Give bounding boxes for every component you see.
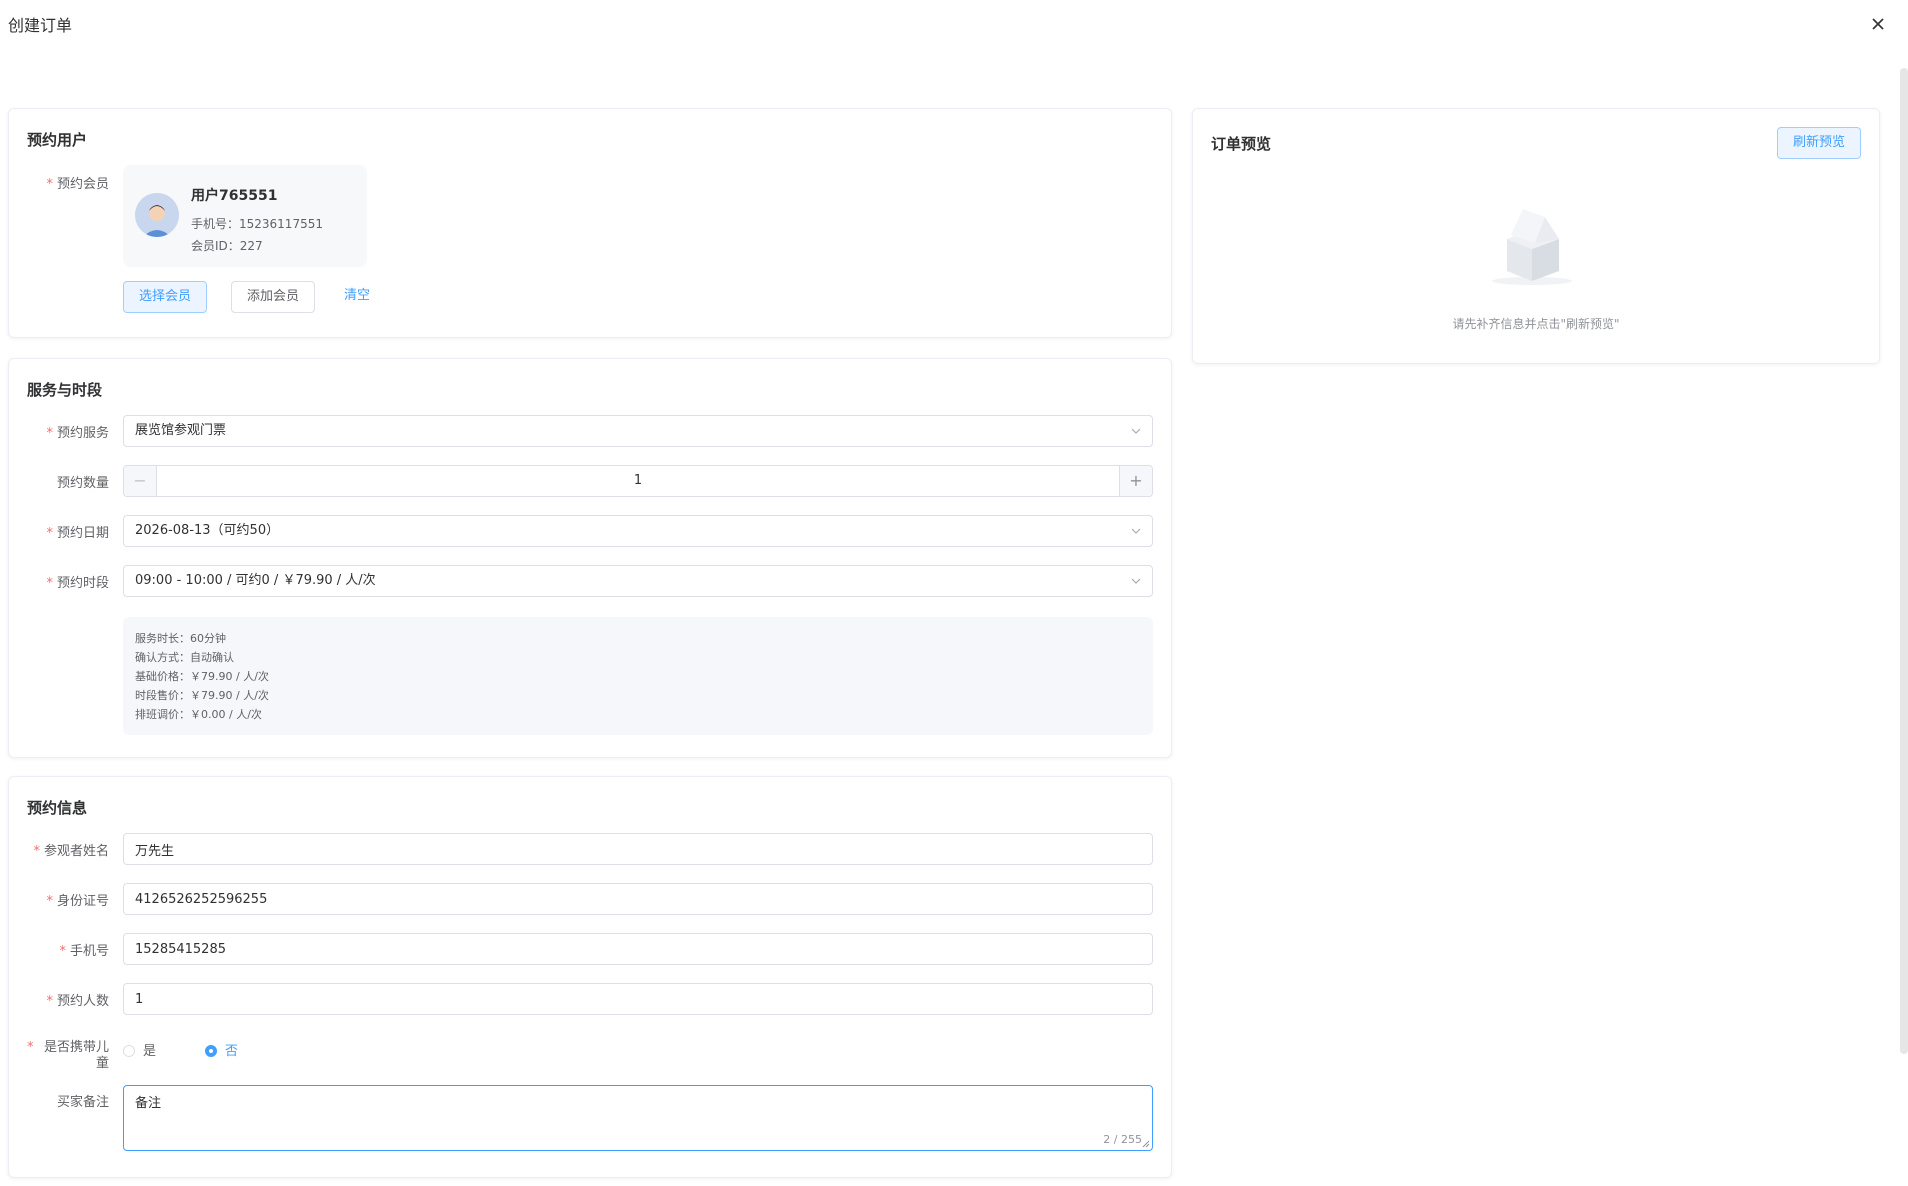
service-card-title: 服务与时段 (27, 381, 103, 399)
member-card-title: 预约用户 (27, 131, 88, 149)
member-phone: 手机号：15236117551 (191, 217, 323, 231)
people-count-label: * 预约人数 (46, 994, 109, 1009)
chevron-down-icon (1131, 578, 1141, 584)
slot-select-value: 09:00 - 10:00 / 可约0 / ￥79.90 / 人/次 (135, 573, 376, 588)
id-number-input[interactable] (123, 883, 1153, 915)
quantity-increase-button[interactable]: + (1119, 466, 1152, 496)
service-card: 服务与时段 * 预约服务 展览馆参观门票 预约数量 − 1 + * 预约日期 202… (8, 358, 1172, 758)
clear-member-link[interactable]: 清空 (337, 281, 377, 313)
quantity-label: 预约数量 (56, 476, 109, 491)
phone-input[interactable] (123, 933, 1153, 965)
service-label: * 预约服务 (46, 426, 109, 441)
date-select-value: 2026-08-13（可约50） (135, 523, 280, 538)
info-adjust-price: 排班调价：￥0.00 / 人/次 (135, 708, 262, 721)
quantity-value[interactable]: 1 (156, 466, 1120, 496)
child-radio-yes[interactable]: 是 (123, 1040, 156, 1059)
booking-card-title: 预约信息 (27, 799, 88, 817)
quantity-decrease-button[interactable]: − (124, 466, 157, 496)
id-number-label: * 身份证号 (46, 894, 109, 909)
date-select[interactable]: 2026-08-13（可约50） (123, 515, 1153, 547)
select-member-button[interactable]: 选择会员 (123, 281, 207, 313)
slot-select[interactable]: 09:00 - 10:00 / 可约0 / ￥79.90 / 人/次 (123, 565, 1153, 597)
member-id: 会员ID：227 (191, 239, 263, 253)
note-text[interactable]: 备注 (135, 1092, 161, 1111)
scrollbar[interactable] (1900, 68, 1908, 1054)
note-textarea[interactable]: 备注 2 / 255 (123, 1085, 1153, 1151)
phone-label: * 手机号 (59, 944, 109, 959)
info-duration: 服务时长：60分钟 (135, 632, 226, 645)
member-label: * 预约会员 (46, 177, 109, 192)
close-icon[interactable] (1868, 14, 1888, 34)
info-slot-price: 时段售价：￥79.90 / 人/次 (135, 689, 269, 702)
service-select[interactable]: 展览馆参观门票 (123, 415, 1153, 447)
note-char-count: 2 / 255 (1103, 1133, 1142, 1146)
child-radio-no[interactable]: 否 (205, 1040, 238, 1059)
visitor-name-input[interactable] (123, 833, 1153, 865)
empty-box-icon (1487, 199, 1577, 289)
dialog-title: 创建订单 (8, 16, 73, 35)
service-info-box: 服务时长：60分钟 确认方式：自动确认 基础价格：￥79.90 / 人/次 时段… (123, 617, 1153, 735)
booking-card: 预约信息 *参观者姓名 *身份证号 *手机号 *预约人数 * 是否携带儿 童 是… (8, 776, 1172, 1178)
refresh-preview-button[interactable]: 刷新预览 (1777, 127, 1861, 159)
user-avatar (135, 193, 179, 237)
child-label: * 是否携带儿 童 (27, 1040, 109, 1071)
chevron-down-icon (1131, 428, 1141, 434)
service-select-value: 展览馆参观门票 (135, 423, 227, 438)
empty-hint-text: 请先补齐信息并点击"刷新预览" (1452, 317, 1620, 331)
member-info-box: 用户765551 手机号：15236117551 会员ID：227 (123, 165, 367, 267)
people-count-input[interactable] (123, 983, 1153, 1015)
add-member-button[interactable]: 添加会员 (231, 281, 315, 313)
note-label: 买家备注 (56, 1095, 109, 1110)
preview-card: 订单预览 刷新预览 请先补齐信息并点击"刷新预览" (1192, 108, 1880, 364)
slot-label: * 预约时段 (46, 576, 109, 591)
chevron-down-icon (1131, 528, 1141, 534)
member-card: 预约用户 * 预约会员 用户765551 手机号：15236117551 会员ID… (8, 108, 1172, 338)
member-name: 用户765551 (191, 188, 278, 204)
preview-card-title: 订单预览 (1211, 135, 1272, 153)
radio-circle (123, 1045, 135, 1057)
visitor-name-label: * 参观者姓名 (33, 844, 109, 859)
info-base-price: 基础价格：￥79.90 / 人/次 (135, 670, 269, 683)
quantity-stepper[interactable]: − 1 + (123, 465, 1153, 497)
resize-handle-icon[interactable] (1142, 1140, 1150, 1148)
date-label: * 预约日期 (46, 526, 109, 541)
radio-circle-checked (205, 1045, 217, 1057)
info-confirm: 确认方式：自动确认 (135, 651, 234, 664)
dialog-header: 创建订单 (0, 0, 1908, 48)
